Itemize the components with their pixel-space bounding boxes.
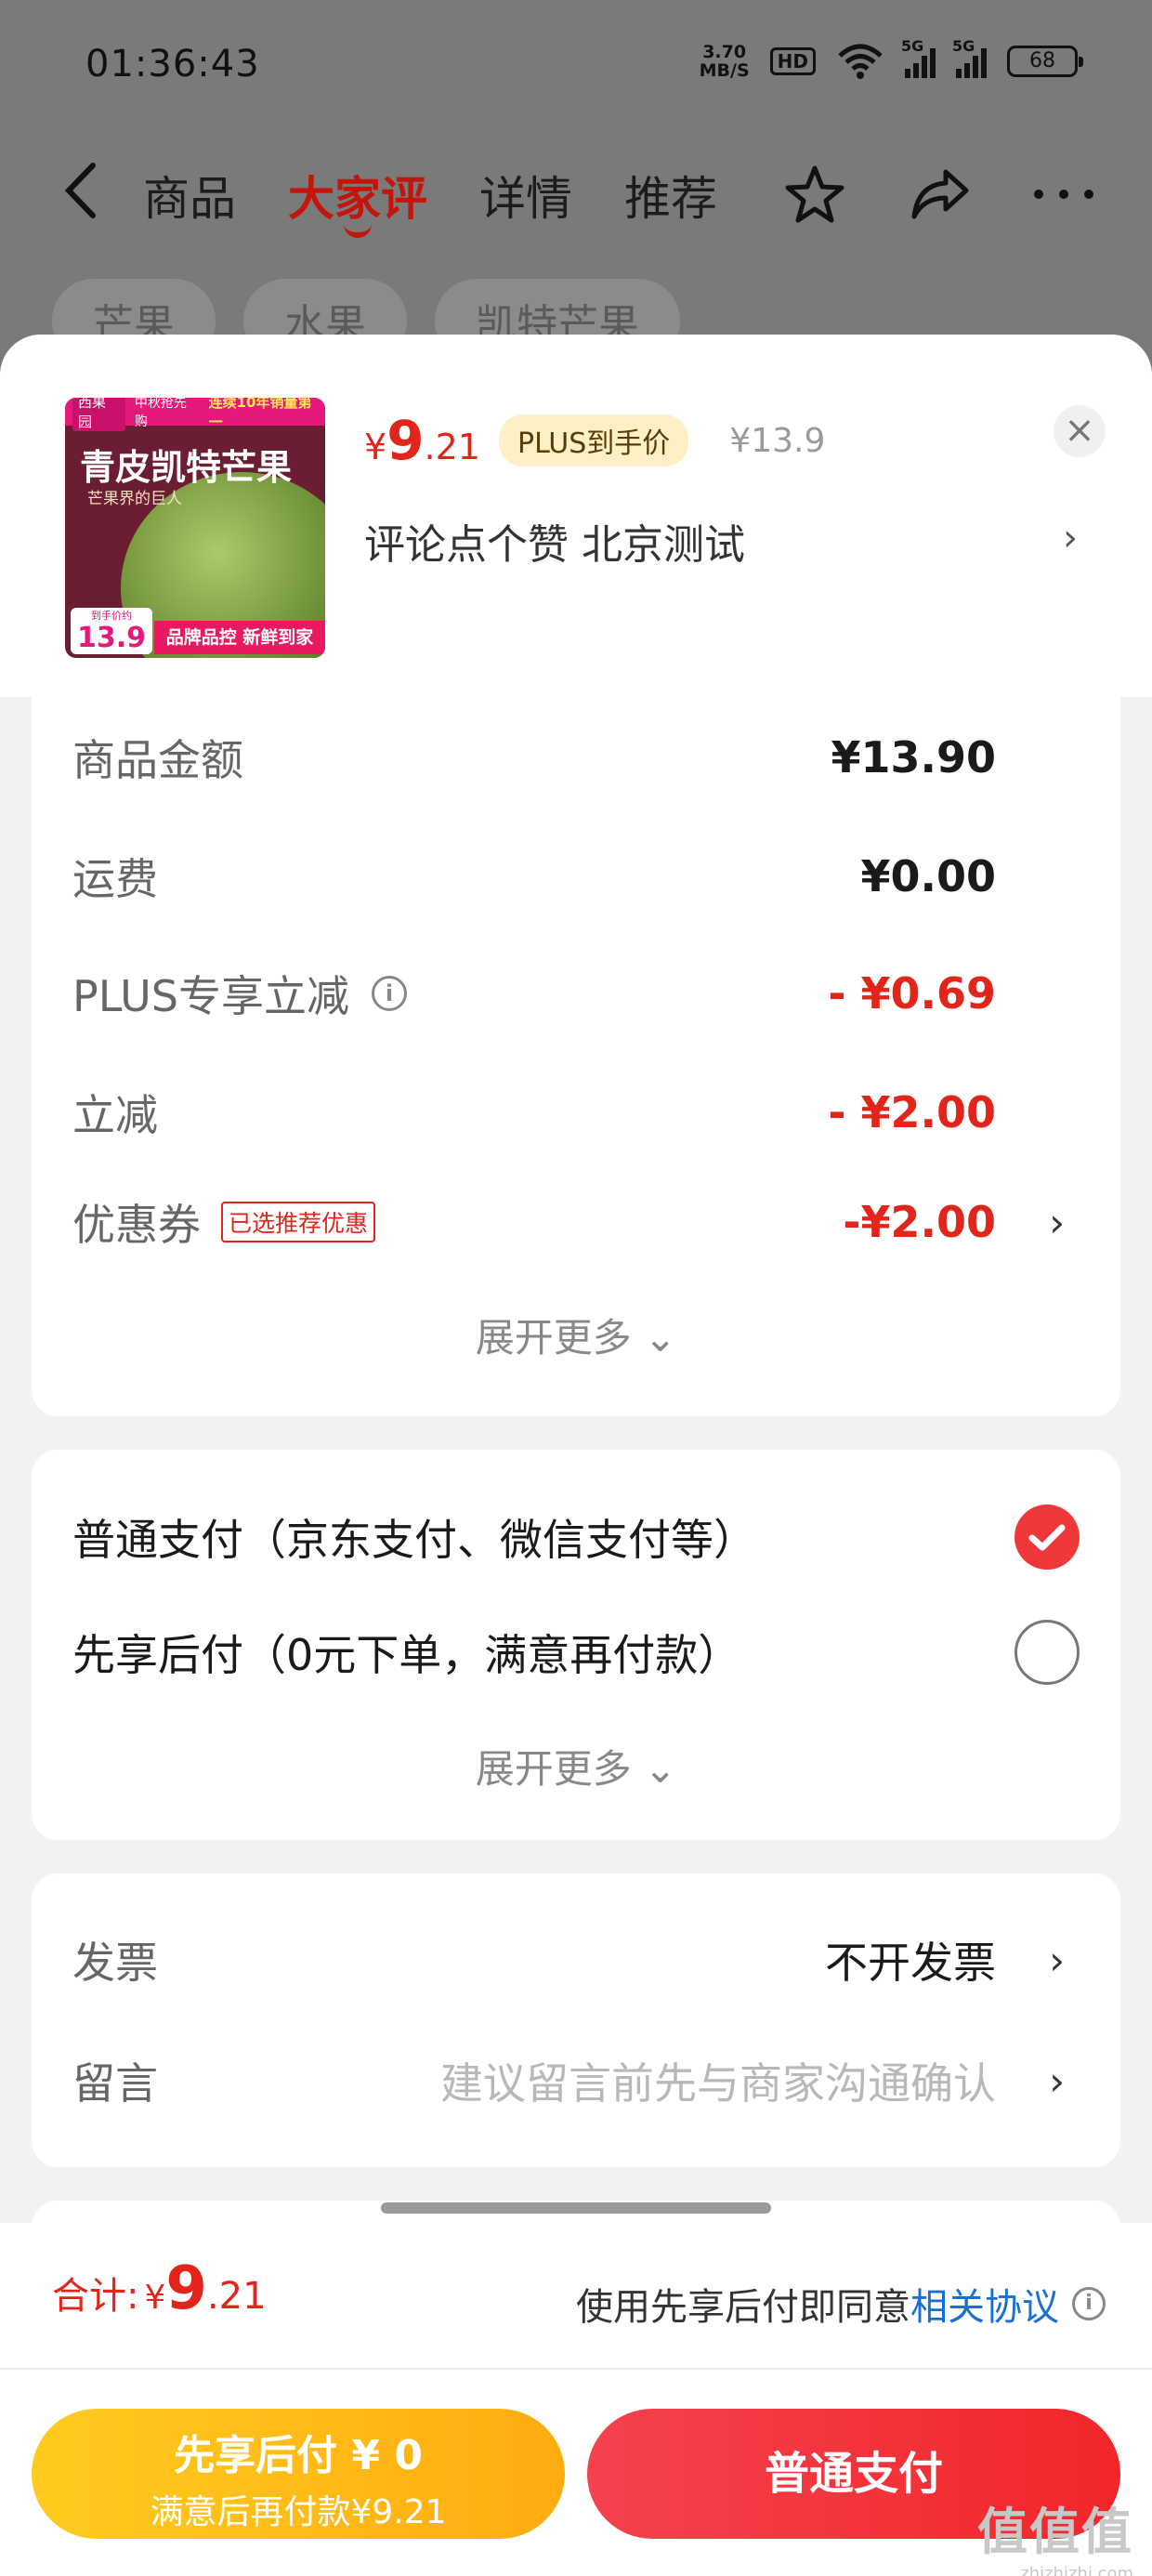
payment-option-pay-later[interactable]: 先享后付（0元下单，满意再付款） bbox=[72, 1615, 1080, 1689]
product-price: ¥ 9 .21 PLUS到手价 ¥13.9 bbox=[364, 409, 826, 472]
checkout-footer: 合计: ¥ 9 .21 使用先享后付即同意 相关协议 i 先享后付 ¥ 0 满意… bbox=[0, 2223, 1152, 2576]
plus-price-badge: PLUS到手价 bbox=[498, 414, 689, 467]
background-page: 01:36:43 3.70 MB/S HD 5G 5G 68 商品 大家评 详情… bbox=[0, 0, 1152, 390]
thumbnail-title: 青皮凯特芒果 bbox=[80, 446, 293, 488]
chevron-right-icon[interactable]: › bbox=[1049, 1200, 1065, 1245]
tab-details[interactable]: 详情 bbox=[479, 162, 572, 229]
row-shipping: 运费 ¥0.00 bbox=[72, 851, 996, 904]
chevron-right-icon[interactable]: › bbox=[1049, 2058, 1065, 2104]
home-indicator[interactable] bbox=[381, 2202, 771, 2214]
row-plus-discount: PLUS专享立减 i - ¥0.69 bbox=[72, 968, 996, 1021]
tab-goods[interactable]: 商品 bbox=[143, 162, 236, 229]
message-row[interactable]: 留言 建议留言前先与商家沟通确认 › bbox=[72, 2048, 1080, 2113]
favorite-star-icon[interactable] bbox=[782, 162, 847, 227]
product-header: 西果园 中秋抢先购 连续10年销量第一 青皮凯特芒果 芒果界的巨人 到手价约 1… bbox=[0, 335, 1152, 697]
invoice-row[interactable]: 发票 不开发票 › bbox=[72, 1927, 1080, 1992]
order-extras: 发票 不开发票 › 留言 建议留言前先与商家沟通确认 › bbox=[32, 1873, 1120, 2167]
amount-breakdown: 商品金额 ¥13.90 运费 ¥0.00 PLUS专享立减 i - ¥0.69 … bbox=[32, 697, 1120, 1416]
info-icon[interactable]: i bbox=[371, 976, 407, 1011]
site-watermark: 值值值 zhizhizhi.com bbox=[977, 2503, 1133, 2576]
status-bar: 01:36:43 3.70 MB/S HD 5G 5G 68 bbox=[0, 0, 1152, 139]
product-thumbnail[interactable]: 西果园 中秋抢先购 连续10年销量第一 青皮凯特芒果 芒果界的巨人 到手价约 1… bbox=[65, 398, 325, 658]
payment-methods: 普通支付（京东支付、微信支付等） 先享后付（0元下单，满意再付款） 展开更多 ⌄ bbox=[32, 1450, 1120, 1840]
chevron-right-icon[interactable]: › bbox=[1063, 517, 1078, 559]
network-speed: 3.70 MB/S bbox=[699, 42, 750, 81]
chevron-right-icon[interactable]: › bbox=[1049, 1938, 1065, 1983]
expand-more-amounts[interactable]: 展开更多 ⌄ bbox=[32, 1307, 1120, 1363]
hd-voice-icon: HD bbox=[769, 47, 816, 75]
more-icon[interactable] bbox=[1031, 162, 1096, 227]
tab-reviews[interactable]: 大家评 bbox=[288, 162, 427, 238]
original-price: ¥13.9 bbox=[729, 421, 826, 460]
radio-unchecked[interactable] bbox=[1015, 1620, 1080, 1685]
close-button[interactable]: × bbox=[1054, 405, 1106, 457]
signal-icon: 5G bbox=[901, 37, 936, 78]
status-icons: 3.70 MB/S HD 5G 5G 68 bbox=[699, 37, 1083, 81]
radio-checked[interactable] bbox=[1015, 1505, 1080, 1570]
wifi-icon bbox=[838, 44, 883, 79]
coupon-recommend-badge: 已选推荐优惠 bbox=[221, 1202, 376, 1242]
pay-later-button[interactable]: 先享后付 ¥ 0 满意后再付款¥9.21 bbox=[32, 2409, 565, 2539]
battery-icon: 68 bbox=[1007, 46, 1083, 77]
chevron-down-icon: ⌄ bbox=[644, 1315, 677, 1360]
message-input[interactable]: 建议留言前先与商家沟通确认 bbox=[440, 2050, 996, 2111]
status-time: 01:36:43 bbox=[85, 43, 260, 85]
order-total: 合计: ¥ 9 .21 bbox=[52, 2254, 267, 2323]
product-nav-bar: 商品 大家评 详情 推荐 bbox=[0, 139, 1152, 242]
checkout-sheet: 西果园 中秋抢先购 连续10年销量第一 青皮凯特芒果 芒果界的巨人 到手价约 1… bbox=[0, 335, 1152, 2576]
payment-option-normal[interactable]: 普通支付（京东支付、微信支付等） bbox=[72, 1500, 1080, 1574]
nav-actions bbox=[782, 162, 1096, 227]
selected-spec[interactable]: 评论点个赞 北京测试 bbox=[364, 511, 745, 571]
row-instant-discount: 立减 - ¥2.00 bbox=[72, 1087, 996, 1140]
agreement-link[interactable]: 相关协议 bbox=[910, 2277, 1059, 2331]
row-coupon[interactable]: 优惠券 已选推荐优惠 -¥2.00 › bbox=[72, 1189, 1080, 1255]
nav-tabs: 商品 大家评 详情 推荐 bbox=[143, 162, 717, 238]
back-icon[interactable] bbox=[58, 158, 113, 223]
row-goods-amount: 商品金额 ¥13.90 bbox=[72, 732, 996, 785]
info-icon[interactable]: i bbox=[1072, 2287, 1106, 2320]
chevron-down-icon: ⌄ bbox=[644, 1746, 677, 1792]
expand-more-payments[interactable]: 展开更多 ⌄ bbox=[32, 1738, 1120, 1794]
signal-icon-2: 5G bbox=[952, 37, 987, 78]
agreement-text: 使用先享后付即同意 相关协议 i bbox=[576, 2277, 1106, 2331]
tab-recommend[interactable]: 推荐 bbox=[624, 162, 717, 229]
share-icon[interactable] bbox=[907, 162, 972, 227]
